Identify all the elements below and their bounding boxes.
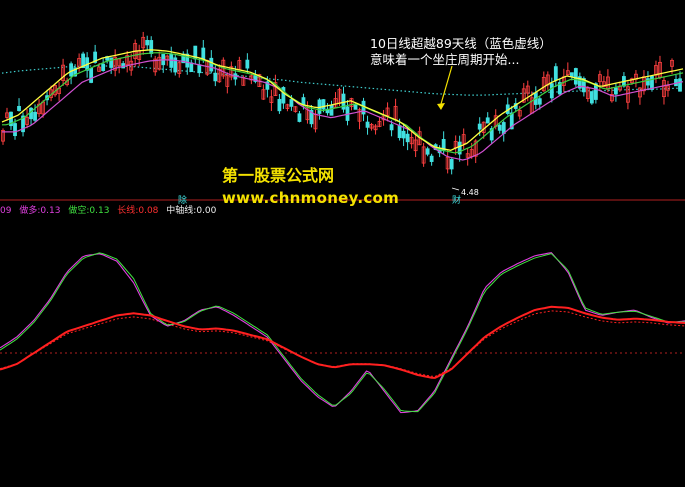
long-line	[0, 305, 685, 379]
candle-body	[477, 123, 482, 130]
candle-body	[149, 40, 154, 54]
candle-body	[569, 72, 574, 77]
legend-item-long: 长线:0.08	[117, 206, 159, 216]
legend-label: 做空	[68, 206, 87, 216]
candle-body	[614, 87, 618, 95]
candle-body	[297, 113, 302, 122]
candle-body	[145, 40, 150, 46]
candle-body	[321, 99, 326, 110]
candle-body	[553, 66, 558, 81]
candle-body	[589, 91, 594, 104]
candle-body	[329, 104, 334, 116]
candle-body	[485, 117, 490, 124]
annotation-arrow	[440, 65, 453, 105]
candle-body	[549, 83, 554, 99]
candle-body	[573, 68, 578, 85]
candle-body	[29, 107, 33, 120]
candle-body	[89, 67, 94, 83]
watermark-title: 第一股票公式网	[222, 166, 335, 185]
legend-value: 0.08	[138, 206, 159, 216]
candle-body	[109, 57, 114, 68]
candle-body	[189, 62, 194, 72]
candle-body	[353, 104, 358, 110]
candle-body	[389, 124, 394, 131]
candle-body	[425, 148, 430, 155]
candle-body	[69, 63, 74, 77]
candle-body	[397, 125, 402, 139]
legend-item-axis: 中轴线:0.00	[166, 206, 217, 216]
indicator-legend: 09 做多:0.13 做空:0.13 长线:0.08 中轴线:0.00	[0, 203, 221, 216]
panel-frame	[0, 199, 685, 354]
legend-prefix: 09	[0, 206, 12, 216]
candle-body	[277, 98, 282, 112]
ma-purple-line	[2, 59, 684, 161]
low-price-tick	[451, 187, 460, 191]
bull-line	[0, 252, 685, 414]
finance-tag: 财	[452, 194, 461, 206]
candle-body	[429, 155, 434, 162]
candle-body	[13, 123, 17, 137]
candle-body	[169, 54, 174, 68]
legend-item-bull: 做多:0.13	[19, 206, 61, 216]
annotation-arrowhead	[437, 103, 445, 110]
candle-body	[537, 98, 542, 105]
annotation-line-1: 10日线超越89天线（蓝色虚线）	[370, 36, 552, 51]
legend-label: 中轴线	[166, 206, 194, 216]
candle-body	[245, 59, 250, 69]
annotation-line-2: 意味着一个坐庄周期开始...	[370, 52, 520, 67]
candle-body	[17, 105, 21, 111]
candle-body	[213, 72, 218, 82]
candle-body	[101, 63, 106, 71]
indicator-lines	[0, 252, 685, 414]
low-price-label: 4.48	[461, 188, 479, 197]
candle-body	[209, 57, 214, 72]
candle-body	[197, 64, 202, 74]
legend-value: 0.13	[40, 206, 61, 216]
legend-label: 长线	[117, 206, 136, 216]
candle-body	[401, 130, 406, 139]
candle-body	[678, 78, 682, 92]
candle-body	[405, 133, 410, 143]
legend-value: 0.13	[89, 206, 110, 216]
legend-value: 0.00	[196, 206, 217, 216]
candle-body	[289, 99, 294, 107]
legend-label: 做多	[19, 206, 38, 216]
watermark-url: www.chnmoney.com	[222, 189, 400, 207]
candle-body	[33, 111, 37, 121]
bear-line	[0, 252, 685, 413]
legend-item-bear: 做空:0.13	[68, 206, 110, 216]
candle-body	[365, 121, 370, 128]
candle-body	[497, 124, 502, 131]
candle-body	[201, 47, 206, 61]
stock-chart: 4.48除财	[0, 31, 685, 414]
candle-body	[449, 158, 454, 170]
